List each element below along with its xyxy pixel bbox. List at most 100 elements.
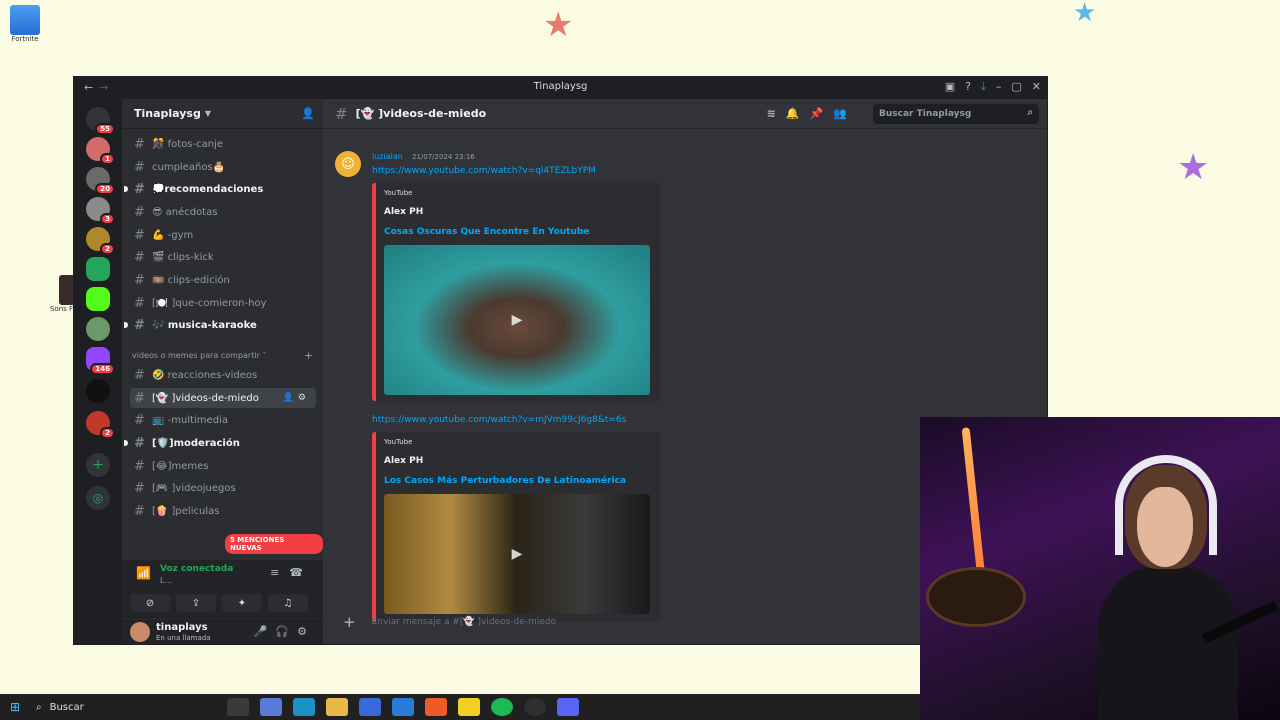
- channel-label: 😎 anécdotas: [152, 206, 218, 218]
- disconnect-icon[interactable]: ☎: [289, 566, 313, 579]
- threads-icon[interactable]: ≋: [767, 107, 786, 120]
- discord-icon[interactable]: [557, 698, 579, 716]
- add-channel-icon[interactable]: +: [304, 349, 313, 362]
- twitch-server-icon[interactable]: 146: [86, 347, 115, 375]
- desktop-icon-fortnite[interactable]: Fortnite: [10, 5, 40, 43]
- channel-label: [🍽️ ]que-comieron-hoy: [152, 297, 267, 309]
- youtube-link-2[interactable]: https://www.youtube.com/watch?v=mJVm99cJ…: [372, 415, 626, 425]
- channel-clips-kick[interactable]: # 🎬 clips-kick: [130, 247, 316, 267]
- screen-share-button[interactable]: ⇪: [176, 594, 216, 612]
- play-icon[interactable]: ▶: [512, 546, 523, 562]
- hash-icon: #: [134, 317, 145, 333]
- explore-icon[interactable]: ◎: [86, 486, 110, 510]
- video-thumbnail[interactable]: ▶: [384, 494, 650, 614]
- voice-channel-name[interactable]: L...: [160, 576, 172, 585]
- file-explorer-icon[interactable]: [326, 698, 348, 716]
- microphone-icon[interactable]: 🎤: [254, 625, 276, 638]
- hash-icon: #: [134, 272, 145, 288]
- soundboard-button[interactable]: ♫: [268, 594, 308, 612]
- activities-button[interactable]: ✦: [222, 594, 262, 612]
- channel-que-comieron-hoy[interactable]: # [🍽️ ]que-comieron-hoy: [130, 293, 316, 313]
- channel-cumpleanos[interactable]: # cumpleaños🎂: [130, 157, 316, 177]
- edge-icon[interactable]: [293, 698, 315, 716]
- server-icon[interactable]: 3: [86, 197, 115, 225]
- server-icon[interactable]: 2: [86, 411, 115, 439]
- user-controls: 🎤🎧⚙: [254, 625, 315, 638]
- embed-provider: YouTube: [384, 438, 413, 446]
- invite-people-icon[interactable]: 👤: [301, 107, 315, 120]
- taskbar-search[interactable]: ⌕ Buscar: [36, 702, 216, 713]
- start-menu-icon[interactable]: ⊞: [0, 694, 30, 720]
- server-icon[interactable]: [86, 317, 110, 341]
- user-status: En una llamada: [156, 634, 211, 642]
- search-input[interactable]: Buscar Tinaplaysg ⌕: [873, 104, 1039, 124]
- server-icon[interactable]: [86, 257, 110, 281]
- category-videos-memes[interactable]: videos o memes para compartir ˅ +: [132, 349, 313, 362]
- play-icon[interactable]: ▶: [512, 312, 523, 328]
- camera-off-button[interactable]: ⊘: [130, 594, 170, 612]
- embed-author[interactable]: Alex PH: [384, 207, 423, 217]
- channel-settings-icons[interactable]: 👤⚙: [283, 393, 310, 403]
- channel-label: 💭recomendaciones: [152, 183, 264, 195]
- kick-server-icon[interactable]: [86, 287, 110, 311]
- maximize-icon[interactable]: ▢: [1011, 80, 1021, 94]
- channel-anecdotas[interactable]: # 😎 anécdotas: [130, 202, 316, 222]
- channel-musica-karaoke[interactable]: # 🎶 musica-karaoke: [124, 315, 316, 335]
- server-icon[interactable]: 1: [86, 137, 115, 165]
- hash-icon: #: [134, 390, 145, 406]
- unread-indicator: [124, 322, 128, 328]
- spotify-icon[interactable]: [491, 698, 513, 716]
- embed-title[interactable]: Los Casos Más Perturbadores De Latinoamé…: [384, 476, 626, 486]
- channel-clips-edicion[interactable]: # 🎞️ clips-edición: [130, 270, 316, 290]
- brave-icon[interactable]: [425, 698, 447, 716]
- video-thumbnail[interactable]: ▶: [384, 245, 650, 395]
- hash-icon: #: [134, 227, 145, 243]
- channel-moderacion[interactable]: # [🛡️]moderación: [124, 433, 316, 453]
- message-avatar[interactable]: ☺: [335, 151, 361, 177]
- youtube-link-1[interactable]: https://www.youtube.com/watch?v=ql4TEZLb…: [372, 166, 596, 176]
- server-header[interactable]: Tinaplaysg ▼ 👤: [122, 99, 323, 129]
- channel-videos-de-miedo[interactable]: # [👻 ]videos-de-miedo 👤⚙: [130, 388, 316, 408]
- channel-fotos-canje[interactable]: # 🎊 fotos-canje: [130, 134, 316, 154]
- close-icon[interactable]: ✕: [1032, 80, 1041, 94]
- app-icon[interactable]: [392, 698, 414, 716]
- direct-messages-icon[interactable]: 55: [86, 107, 115, 135]
- channel-gym[interactable]: # 💪 -gym: [130, 225, 316, 245]
- embed-author[interactable]: Alex PH: [384, 456, 423, 466]
- noise-suppression-icon[interactable]: ≡: [270, 566, 289, 579]
- sticky-notes-icon[interactable]: [458, 698, 480, 716]
- add-server-icon[interactable]: +: [86, 453, 110, 477]
- help-icon[interactable]: ?: [965, 80, 971, 94]
- server-icon[interactable]: 2: [86, 227, 115, 255]
- server-icon[interactable]: 20: [86, 167, 115, 195]
- channel-recomendaciones[interactable]: # 💭recomendaciones: [124, 179, 316, 199]
- pin-icon[interactable]: 📌: [810, 107, 834, 120]
- gear-icon[interactable]: ⚙: [297, 625, 315, 638]
- channel-memes[interactable]: # [😂]memes: [130, 456, 316, 476]
- channel-label: 🎶 musica-karaoke: [152, 319, 257, 331]
- avatar[interactable]: [130, 622, 150, 642]
- store-icon[interactable]: [359, 698, 381, 716]
- minimize-icon[interactable]: –: [996, 80, 1002, 94]
- message-author[interactable]: luzialan: [372, 152, 403, 161]
- attach-plus-icon[interactable]: +: [343, 613, 356, 631]
- download-icon[interactable]: ⤓: [981, 80, 986, 94]
- headphones-icon[interactable]: 🎧: [275, 625, 297, 638]
- members-icon[interactable]: 👥: [833, 107, 857, 120]
- bell-icon[interactable]: 🔔: [786, 107, 810, 120]
- embed-title[interactable]: Cosas Oscuras Que Encontre En Youtube: [384, 227, 589, 237]
- signal-icon[interactable]: 📶: [136, 566, 151, 580]
- task-view-icon[interactable]: [227, 698, 249, 716]
- server-icon[interactable]: [86, 379, 110, 403]
- hash-icon: #: [134, 480, 145, 496]
- channel-reacciones-videos[interactable]: # 🤣 reacciones-videos: [130, 365, 316, 385]
- channel-peliculas[interactable]: # [🍿 ]peliculas: [130, 501, 316, 521]
- obs-icon[interactable]: [524, 698, 546, 716]
- unread-badge: 3: [100, 213, 115, 225]
- copilot-icon[interactable]: [260, 698, 282, 716]
- star-decoration: ★: [1177, 147, 1210, 188]
- channel-multimedia[interactable]: # 📺 -multimedia: [130, 410, 316, 430]
- new-mentions-button[interactable]: 5 MENCIONES NUEVAS: [225, 534, 323, 554]
- inbox-icon[interactable]: ▣: [945, 80, 955, 94]
- channel-videojuegos[interactable]: # [🎮 ]videojuegos: [130, 478, 316, 498]
